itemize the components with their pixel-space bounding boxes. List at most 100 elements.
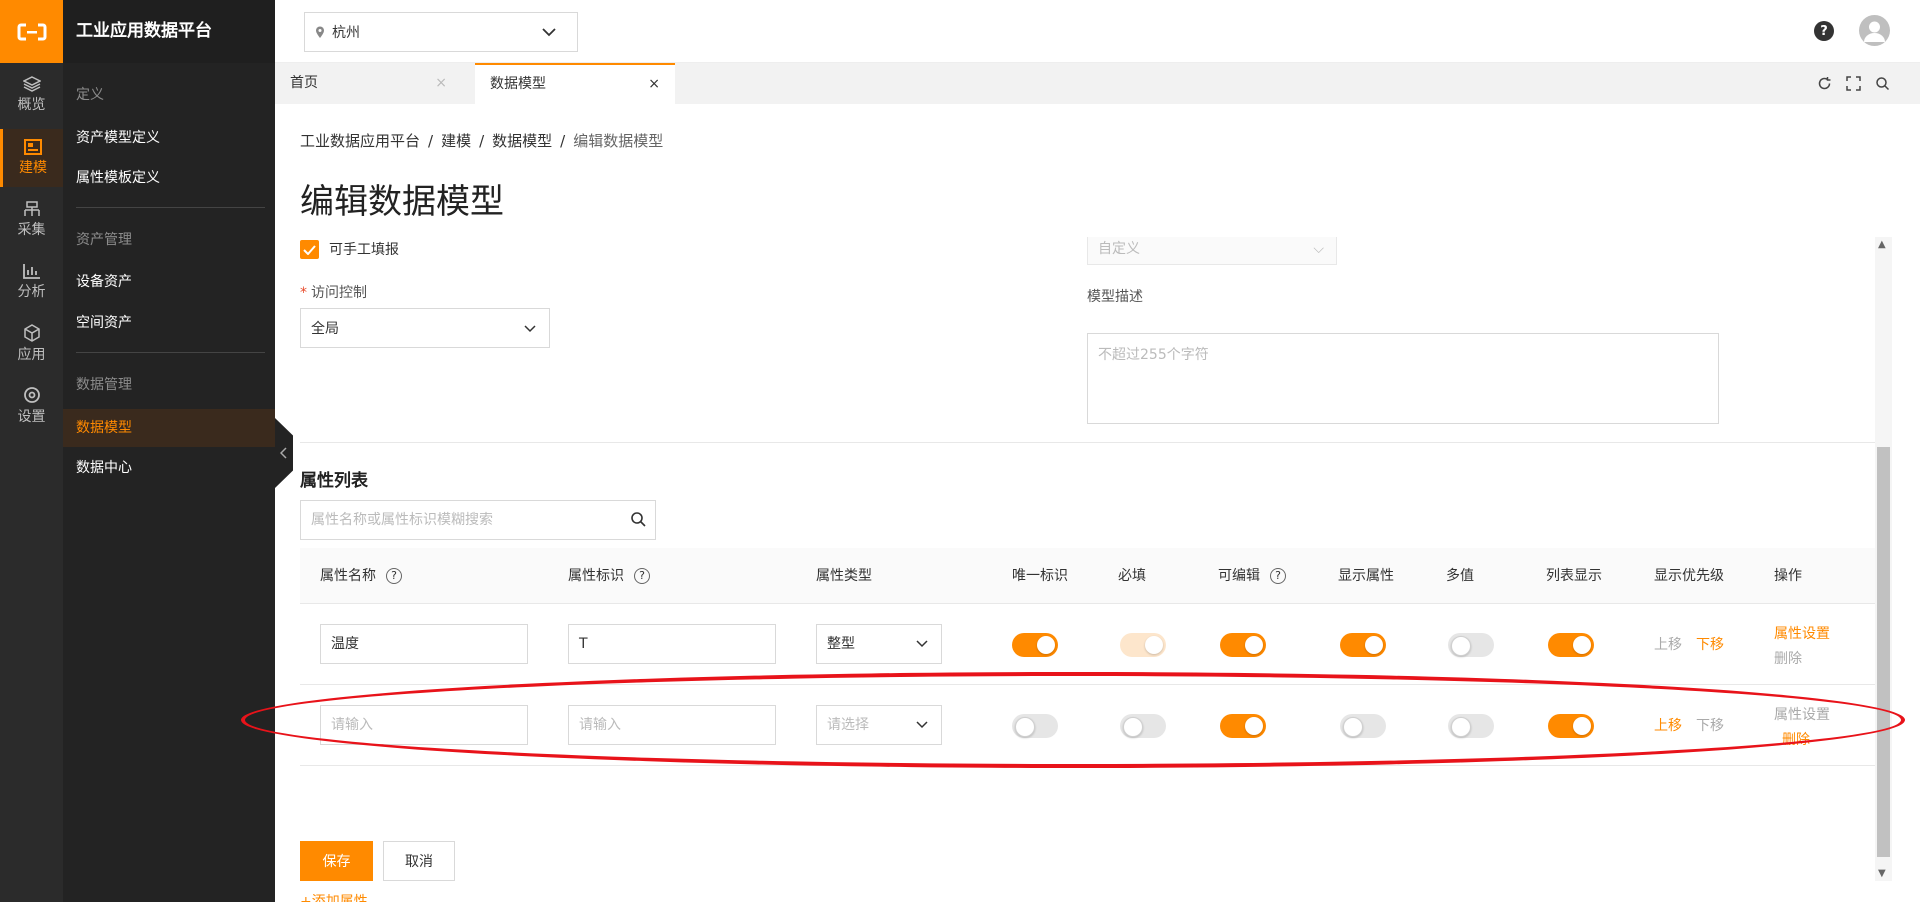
- display-toggle[interactable]: [1340, 633, 1386, 657]
- close-icon[interactable]: ×: [435, 63, 447, 104]
- model-description-label: 模型描述: [1087, 289, 1143, 305]
- menu-item-space-assets[interactable]: 空间资产: [63, 304, 275, 342]
- attribute-id-input[interactable]: T: [568, 624, 776, 664]
- help-icon[interactable]: ?: [634, 568, 650, 584]
- access-control-select[interactable]: 全局: [300, 308, 550, 348]
- cancel-button[interactable]: 取消: [383, 841, 455, 881]
- form-scroll-area: 可手工填报 自定义 ⌵ * 访问控制 全局 模型描述 不超过255个字符 属性列表…: [300, 237, 1880, 902]
- avatar[interactable]: [1859, 15, 1890, 46]
- custom-type-select: 自定义 ⌵: [1087, 237, 1337, 265]
- help-icon[interactable]: ?: [1814, 21, 1834, 41]
- add-attribute-link[interactable]: +添加属性: [300, 891, 368, 902]
- refresh-icon[interactable]: [1817, 76, 1832, 91]
- column-header: 显示优先级: [1654, 568, 1724, 584]
- fullscreen-icon[interactable]: [1846, 76, 1861, 91]
- scroll-down-icon[interactable]: ▼: [1878, 868, 1886, 879]
- model-description-input[interactable]: 不超过255个字符: [1087, 333, 1719, 424]
- attribute-table-header: 属性名称? 属性标识? 属性类型 唯一标识 必填 可编辑? 显示属性 多值 列表…: [300, 548, 1880, 604]
- column-header: 属性标识?: [568, 548, 650, 604]
- attribute-type-select[interactable]: 整型: [816, 624, 942, 664]
- required-toggle: [1120, 633, 1166, 657]
- editable-toggle[interactable]: [1220, 633, 1266, 657]
- help-icon[interactable]: ?: [1270, 568, 1286, 584]
- manual-fill-checkbox[interactable]: [300, 240, 319, 259]
- menu-item-asset-model[interactable]: 资产模型定义: [63, 119, 275, 157]
- layers-icon: [22, 76, 41, 92]
- search-icon[interactable]: [1875, 76, 1890, 91]
- page-title: 编辑数据模型: [300, 182, 504, 222]
- chart-icon: [22, 264, 40, 279]
- column-header: 多值: [1446, 568, 1474, 584]
- attribute-settings-link[interactable]: 属性设置: [1774, 623, 1830, 643]
- breadcrumb-current: 编辑数据模型: [573, 132, 664, 150]
- column-header: 属性名称?: [320, 548, 402, 604]
- delete-link: 删除: [1774, 651, 1802, 667]
- multi-value-toggle[interactable]: [1448, 633, 1494, 657]
- user-icon: [1864, 21, 1885, 42]
- app-title: 工业应用数据平台: [63, 0, 275, 63]
- tab-home[interactable]: 首页 ×: [275, 63, 462, 104]
- breadcrumb-item[interactable]: 建模: [441, 132, 471, 150]
- menu-group-data-management: 数据管理: [76, 377, 132, 393]
- rail-item-analysis[interactable]: 分析: [0, 253, 63, 311]
- column-header: 可编辑?: [1218, 548, 1286, 604]
- move-down-link[interactable]: 下移: [1696, 634, 1724, 654]
- menu-divider: [76, 352, 265, 353]
- secondary-menu: 工业应用数据平台 定义 资产模型定义 属性模板定义 资产管理 设备资产 空间资产…: [63, 0, 275, 902]
- cube-icon: [23, 324, 40, 342]
- breadcrumb: 工业数据应用平台 / 建模 / 数据模型 / 编辑数据模型: [300, 130, 663, 151]
- divider: [300, 442, 1880, 443]
- location-pin-icon: [316, 26, 324, 38]
- check-icon: [303, 244, 316, 255]
- chevron-down-icon: [916, 640, 928, 648]
- chevron-down-icon: ⌵: [1313, 241, 1324, 257]
- breadcrumb-separator: /: [479, 132, 485, 150]
- manual-fill-label: 可手工填报: [329, 242, 399, 258]
- column-header: 属性类型: [816, 568, 872, 584]
- rail-item-modeling[interactable]: 建模: [0, 129, 63, 187]
- chevron-down-icon: [542, 28, 556, 37]
- model-icon: [24, 139, 42, 155]
- scrollbar[interactable]: ▲ ▼: [1875, 237, 1892, 881]
- logo[interactable]: [0, 0, 63, 63]
- help-icon[interactable]: ?: [386, 568, 402, 584]
- tab-tools: [1817, 76, 1890, 91]
- rail-item-settings[interactable]: 设置: [0, 377, 63, 435]
- required-mark: *: [300, 285, 307, 301]
- aliyun-logo-icon: [17, 23, 46, 40]
- attribute-search-input[interactable]: 属性名称或属性标识模糊搜索: [300, 500, 656, 540]
- scrollbar-thumb[interactable]: [1877, 447, 1890, 857]
- rail-item-overview[interactable]: 概览: [0, 66, 63, 124]
- chevron-down-icon: [524, 325, 536, 333]
- menu-item-device-assets[interactable]: 设备资产: [63, 263, 275, 301]
- search-icon[interactable]: [630, 511, 646, 527]
- menu-item-data-model[interactable]: 数据模型: [63, 409, 275, 447]
- icon-rail: 概览 建模 采集 分析 应用 设置: [0, 0, 63, 902]
- unique-toggle[interactable]: [1012, 633, 1058, 657]
- scroll-up-icon[interactable]: ▲: [1878, 239, 1886, 250]
- rail-item-collect[interactable]: 采集: [0, 191, 63, 249]
- menu-item-attribute-template[interactable]: 属性模板定义: [63, 159, 275, 197]
- city-select[interactable]: 杭州: [304, 12, 578, 52]
- rail-item-apps[interactable]: 应用: [0, 315, 63, 373]
- column-header: 显示属性: [1338, 568, 1394, 584]
- breadcrumb-item[interactable]: 工业数据应用平台: [300, 132, 420, 150]
- gear-icon: [23, 387, 40, 403]
- close-icon[interactable]: ×: [648, 65, 660, 104]
- breadcrumb-item[interactable]: 数据模型: [492, 132, 552, 150]
- top-bar: 杭州 ?: [275, 0, 1920, 63]
- list-display-toggle[interactable]: [1548, 633, 1594, 657]
- save-button[interactable]: 保存: [300, 841, 373, 881]
- column-header: 必填: [1118, 568, 1146, 584]
- collect-icon: [23, 201, 40, 216]
- attribute-list-title: 属性列表: [300, 471, 368, 491]
- tab-bar: 首页 × 数据模型 ×: [275, 63, 1920, 104]
- tab-data-model[interactable]: 数据模型 ×: [475, 63, 675, 104]
- menu-divider: [76, 207, 265, 208]
- menu-item-data-center[interactable]: 数据中心: [63, 449, 275, 487]
- annotation-ellipse: [241, 672, 1905, 768]
- breadcrumb-separator: /: [428, 132, 434, 150]
- breadcrumb-separator: /: [560, 132, 566, 150]
- menu-group-asset-management: 资产管理: [76, 232, 132, 248]
- attribute-name-input[interactable]: 温度: [320, 624, 528, 664]
